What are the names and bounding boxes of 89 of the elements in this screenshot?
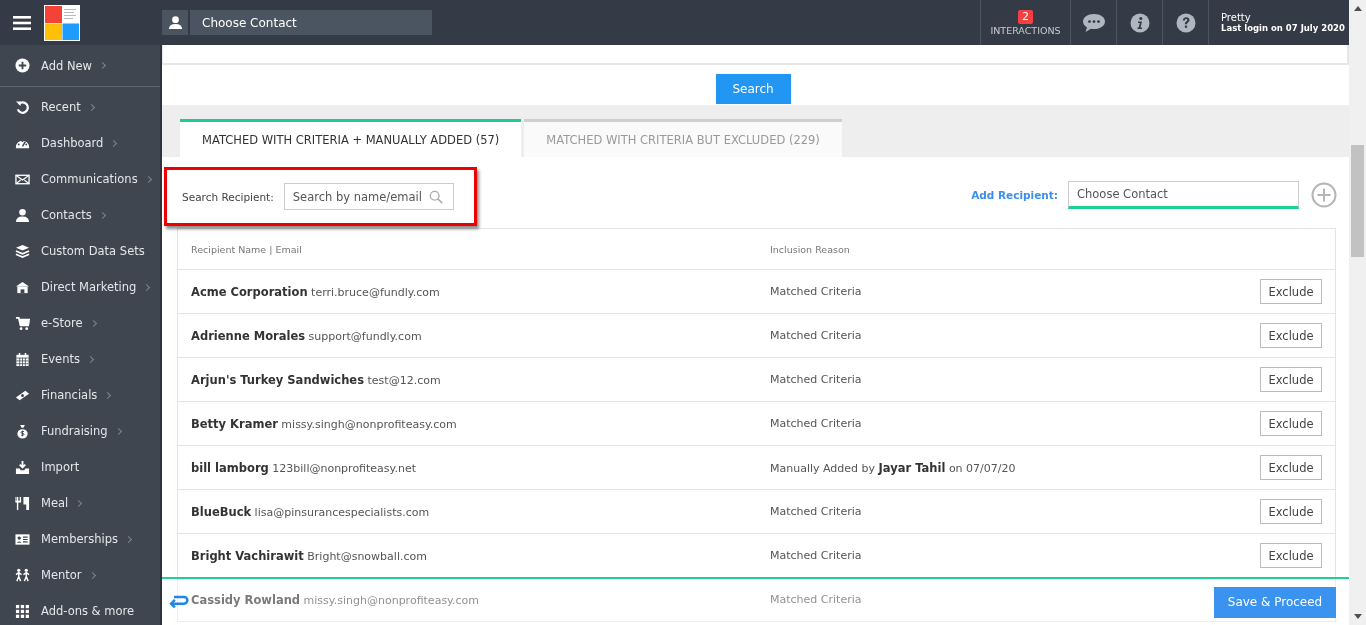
scroll-down-icon[interactable] (1353, 614, 1362, 619)
reason-text: Matched Criteria (770, 505, 862, 518)
scroll-up-icon[interactable] (1353, 6, 1362, 11)
sidebar-item[interactable]: Import (0, 449, 160, 485)
calendar-icon (15, 351, 30, 367)
utensils-icon (15, 495, 30, 511)
recipient-text: Acme Corporation terri.bruce@fundly.com (191, 285, 440, 299)
recipient-text: Bright Vachirawit Bright@snowball.com (191, 549, 427, 563)
sidebar-item[interactable]: e-Store (0, 305, 160, 341)
house-icon (15, 279, 30, 295)
contact-field[interactable]: Choose Contact (1068, 180, 1299, 209)
reason-text: Matched Criteria (770, 329, 862, 342)
add-recipient-label: Add Recipient: (971, 188, 1058, 201)
help-icon[interactable] (1175, 12, 1196, 33)
scrollbar-thumb[interactable] (1351, 145, 1364, 257)
import-icon (15, 459, 30, 475)
reason-text: Manually Added by Jayar Tahil on 07/07/20 (770, 461, 1016, 475)
menu-label: Dashboard (41, 136, 104, 150)
sidebar-item[interactable]: Dashboard (0, 125, 160, 161)
sidebar-item[interactable]: Add-ons & more (0, 593, 160, 625)
sidebar-item[interactable]: Contacts (0, 197, 160, 233)
money-bag-icon (15, 423, 30, 439)
count-badge: 2 (1018, 9, 1033, 24)
menu-label: Direct Marketing (41, 280, 137, 294)
reason-text: Matched Criteria (770, 593, 862, 606)
menu-label: Fundraising (41, 424, 108, 438)
sidebar-item[interactable]: Direct Marketing (0, 269, 160, 305)
recipient-text: Cassidy Rowland missy.singh@nonprofiteasy.com (191, 593, 480, 607)
menu-label: Import (41, 460, 80, 474)
menu-label: e-Store (41, 316, 83, 330)
recipient-text: bill lamborg 123bill@nonprofiteasy.net (191, 461, 417, 475)
menu-label: Add New (41, 58, 92, 73)
exclude-button[interactable]: Exclude (1260, 279, 1322, 304)
logo-icon[interactable] (44, 4, 80, 41)
search-field[interactable]: Search by name/email (283, 183, 454, 210)
grid-icon (15, 603, 30, 619)
sidebar-item[interactable]: Financials (0, 377, 160, 413)
recipient-text: Betty Kramer missy.singh@nonprofiteasy.com (191, 417, 457, 431)
reason-text: Matched Criteria (770, 285, 862, 298)
sidebar-item[interactable]: Communications (0, 161, 160, 197)
exclude-button[interactable]: Exclude (1260, 499, 1322, 524)
recipient-text: BlueBuck lisa@pinsurancespecialists.com (191, 505, 430, 519)
sidebar-item[interactable]: Meal (0, 485, 160, 521)
column-header: Recipient Name | Email (190, 243, 303, 255)
sidebar-item[interactable]: Mentor (0, 557, 160, 593)
menu-label: Custom Data Sets (41, 244, 145, 258)
recipient-text: Adrienne Morales support@fundly.com (191, 329, 422, 343)
chat-icon[interactable] (1081, 12, 1106, 33)
id-card-icon (15, 531, 30, 547)
exclude-button[interactable]: Exclude (1260, 411, 1322, 436)
menu-label: Contacts (41, 208, 92, 222)
search-label: Search Recipient: (182, 190, 274, 203)
menu-label: Add-ons & more (41, 604, 134, 618)
person-icon (15, 207, 30, 223)
contact-icon[interactable] (162, 10, 188, 35)
contact-field[interactable]: Choose Contact (190, 10, 432, 35)
tab[interactable]: MATCHED WITH CRITERIA + MANUALLY ADDED (57) (180, 119, 522, 157)
menu-label: Financials (41, 388, 98, 402)
sidebar-item[interactable]: Recent (0, 89, 160, 125)
menu-label: Communications (41, 172, 138, 186)
exclude-button[interactable]: Exclude (1260, 455, 1322, 480)
menu-label: Recent (41, 100, 81, 114)
cart-icon (15, 315, 30, 331)
layers-icon (15, 243, 30, 259)
menu-label: Events (41, 352, 80, 366)
plus-icon (15, 58, 30, 73)
column-header: Inclusion Reason (770, 243, 851, 255)
info-icon[interactable] (1129, 12, 1150, 33)
sidebar-item[interactable]: Custom Data Sets (0, 233, 160, 269)
scrollbar[interactable] (1349, 0, 1366, 625)
back-icon[interactable] (169, 595, 189, 609)
exclude-button[interactable]: Exclude (1260, 367, 1322, 392)
recipient-text: Arjun's Turkey Sandwiches test@12.com (191, 373, 441, 387)
reason-text: Matched Criteria (770, 373, 862, 386)
sidebar-item[interactable]: Events (0, 341, 160, 377)
exclude-button[interactable]: Exclude (1260, 543, 1322, 568)
undo-icon (15, 99, 30, 115)
exclude-button[interactable]: Exclude (1260, 323, 1322, 348)
search-icon (428, 189, 443, 204)
reason-text: Matched Criteria (770, 549, 862, 562)
people-icon (15, 567, 30, 583)
sidebar-item[interactable]: Fundraising (0, 413, 160, 449)
menu-label: Memberships (41, 532, 119, 546)
menu-label: Meal (41, 496, 69, 510)
sidebar-item[interactable]: Memberships (0, 521, 160, 557)
menu-label: Mentor (41, 568, 82, 582)
sidebar-item[interactable]: Add New (0, 45, 160, 87)
reason-text: Matched Criteria (770, 417, 862, 430)
menu-icon[interactable] (13, 15, 31, 30)
